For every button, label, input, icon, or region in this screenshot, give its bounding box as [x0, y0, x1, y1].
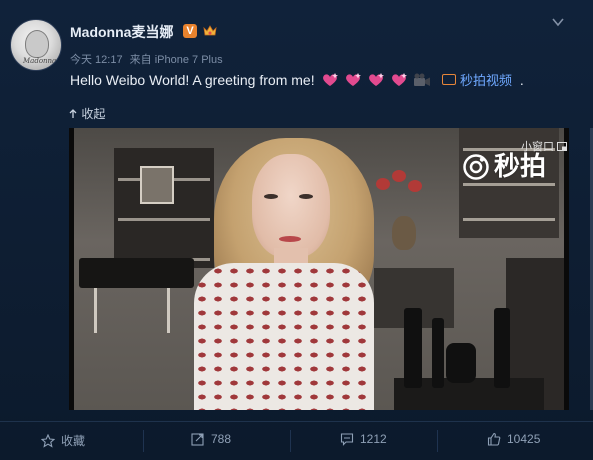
- bottle: [494, 308, 510, 388]
- jar: [446, 343, 476, 383]
- favorite-label: 收藏: [61, 434, 86, 448]
- collapse-button[interactable]: 收起: [68, 105, 105, 122]
- repost-icon: [191, 433, 204, 446]
- movie-camera-icon: [414, 73, 431, 86]
- action-separator: [437, 430, 438, 452]
- arrow-up-icon: [69, 109, 77, 118]
- sparkling-heart-icon: [346, 73, 362, 86]
- miaopai-logo-icon: [463, 154, 489, 180]
- favorite-button[interactable]: 收藏: [41, 432, 85, 449]
- flower: [392, 170, 406, 182]
- repost-count: 788: [211, 432, 232, 446]
- user-name[interactable]: Madonna麦当娜: [70, 22, 173, 42]
- like-button[interactable]: 10425: [487, 432, 540, 446]
- vase: [392, 216, 416, 250]
- sparkling-heart-icon: [392, 73, 408, 86]
- sparkling-heart-icon: [369, 73, 385, 86]
- eye: [264, 194, 278, 199]
- stool-legs: [94, 288, 170, 333]
- star-icon: [41, 433, 55, 448]
- crown-badge-icon[interactable]: [202, 23, 218, 39]
- comment-count: 1212: [360, 432, 387, 446]
- flower: [376, 178, 390, 190]
- miaopai-watermark: 秒拍: [462, 146, 546, 183]
- miaopai-brand: 秒拍: [494, 151, 547, 181]
- verified-badge-icon[interactable]: V: [183, 24, 197, 38]
- thumbs-up-icon: [487, 432, 501, 446]
- post-body: Hello Weibo World! A greeting from me!: [70, 72, 315, 88]
- stool: [79, 258, 194, 288]
- action-bar: 收藏 788 1212 10425: [0, 422, 593, 460]
- mini-window-icon: [557, 142, 568, 151]
- comment-icon: [340, 433, 354, 446]
- avatar-face: [25, 30, 49, 58]
- sparkling-heart-icon: [323, 73, 339, 86]
- picture-frame: [140, 166, 174, 204]
- like-count: 10425: [507, 432, 541, 446]
- trailing-dot: .: [519, 72, 524, 88]
- video-link-label: 秒拍视频: [459, 73, 512, 88]
- comment-button[interactable]: 1212: [340, 432, 387, 446]
- collapse-label: 收起: [81, 107, 106, 121]
- avatar-signature: Madonna: [23, 57, 57, 65]
- weibo-post-card: Madonna Madonna麦当娜 V 今天 12:17 来自 iPhone …: [0, 0, 593, 460]
- person-shirt: [194, 263, 374, 410]
- video-icon: [441, 74, 456, 85]
- mouth: [279, 236, 301, 242]
- avatar[interactable]: Madonna: [10, 19, 62, 71]
- repost-button[interactable]: 788: [191, 432, 231, 446]
- video-link[interactable]: 秒拍视频: [441, 70, 512, 89]
- bottle: [404, 308, 422, 388]
- post-time[interactable]: 今天 12:17: [70, 54, 123, 66]
- post-meta: 今天 12:17 来自 iPhone 7 Plus: [70, 51, 227, 67]
- post-source[interactable]: 来自 iPhone 7 Plus: [130, 54, 223, 66]
- bottle: [432, 318, 444, 388]
- video-player[interactable]: 小窗口 秒拍: [69, 128, 569, 410]
- emoji-group: [321, 72, 432, 91]
- flower: [408, 180, 422, 192]
- action-separator: [290, 430, 291, 452]
- person-face: [252, 154, 330, 258]
- chevron-down-icon[interactable]: [551, 15, 565, 29]
- post-text: Hello Weibo World! A greeting from me! 秒…: [70, 70, 524, 91]
- eye: [299, 194, 313, 199]
- action-separator: [143, 430, 144, 452]
